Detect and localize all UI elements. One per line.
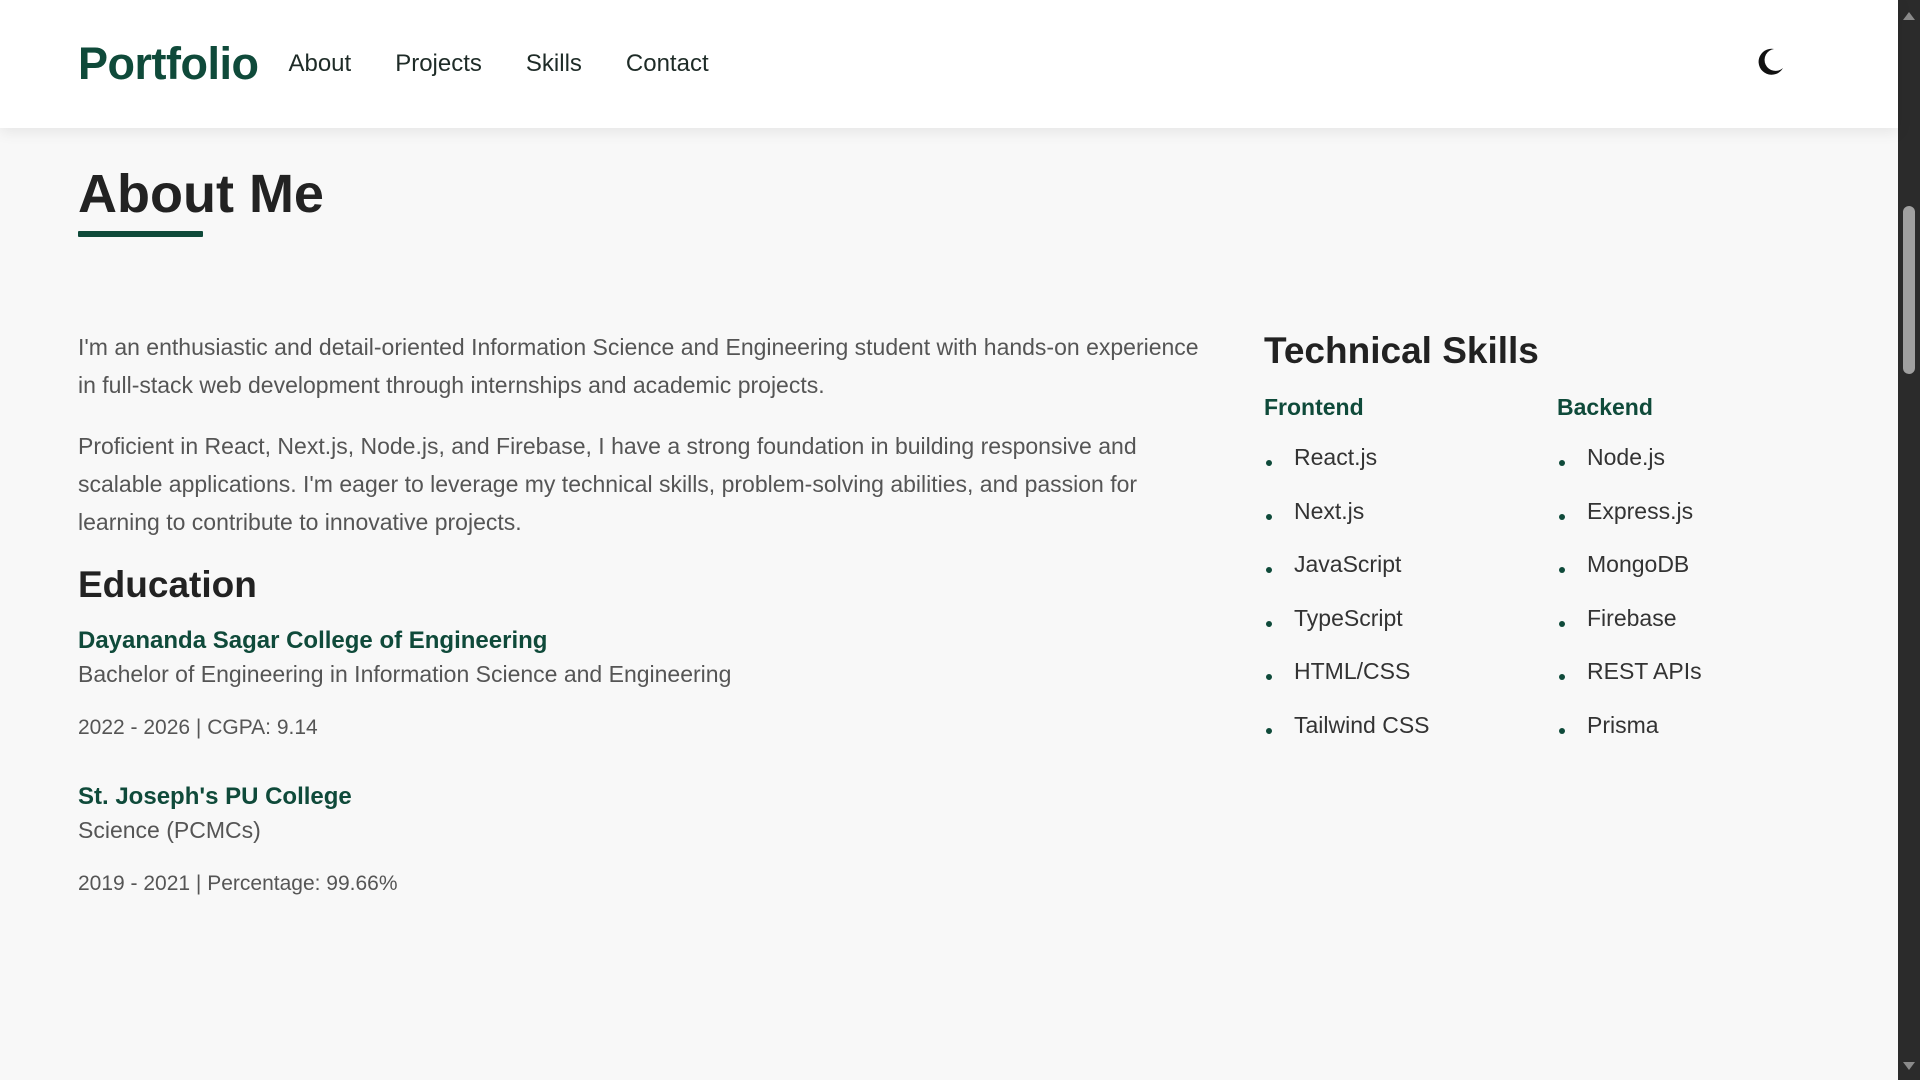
about-column: I'm an enthusiastic and detail-oriented …	[78, 328, 1208, 938]
nav-links: About Projects Skills Contact	[288, 50, 708, 78]
moon-icon	[1758, 48, 1783, 75]
education-item: St. Joseph's PU College Science (PCMCs) …	[78, 782, 1208, 896]
skill-group-backend: Backend Node.js Express.js MongoDB Fireb…	[1557, 394, 1850, 758]
brand-logo[interactable]: Portfolio	[78, 38, 259, 90]
skill-list: Node.js Express.js MongoDB Firebase REST…	[1557, 437, 1850, 758]
skill-item: HTML/CSS	[1264, 651, 1557, 705]
scroll-down-arrow-icon[interactable]	[1903, 1062, 1915, 1070]
section-title: About Me	[78, 164, 324, 224]
education-title: Education	[78, 564, 257, 605]
skills-column: Technical Skills Frontend React.js Next.…	[1264, 330, 1864, 758]
scroll-up-arrow-icon[interactable]	[1903, 12, 1915, 20]
navbar: Portfolio About Projects Skills Contact	[0, 0, 1898, 128]
education-meta: 2019 - 2021 | Percentage: 99.66%	[78, 872, 398, 895]
skill-item: React.js	[1264, 437, 1557, 491]
theme-toggle-button[interactable]	[1754, 46, 1786, 78]
skill-item: Tailwind CSS	[1264, 705, 1557, 759]
skills-title: Technical Skills	[1264, 330, 1539, 371]
education-school: St. Joseph's PU College	[78, 783, 352, 810]
skill-group-frontend: Frontend React.js Next.js JavaScript Typ…	[1264, 394, 1557, 758]
education-meta: 2022 - 2026 | CGPA: 9.14	[78, 716, 318, 739]
education-school: Dayananda Sagar College of Engineering	[78, 627, 548, 654]
skill-item: TypeScript	[1264, 598, 1557, 652]
title-underline	[78, 231, 203, 237]
skills-grid: Frontend React.js Next.js JavaScript Typ…	[1264, 394, 1864, 758]
skill-group-title: Frontend	[1264, 394, 1364, 420]
nav-link-about[interactable]: About	[288, 50, 351, 78]
skill-item: Next.js	[1264, 491, 1557, 545]
education-item: Dayananda Sagar College of Engineering B…	[78, 626, 1208, 740]
skill-item: Firebase	[1557, 598, 1850, 652]
education-degree: Science (PCMCs)	[78, 817, 261, 843]
skill-item: MongoDB	[1557, 544, 1850, 598]
nav-link-skills[interactable]: Skills	[526, 50, 582, 78]
skill-item: Node.js	[1557, 437, 1850, 491]
scrollbar-thumb[interactable]	[1903, 206, 1915, 374]
page-scrollbar[interactable]	[1898, 0, 1920, 1080]
skill-item: REST APIs	[1557, 651, 1850, 705]
skill-list: React.js Next.js JavaScript TypeScript H…	[1264, 437, 1557, 758]
skill-item: Prisma	[1557, 705, 1850, 759]
about-paragraph: I'm an enthusiastic and detail-oriented …	[78, 334, 1199, 398]
skill-item: JavaScript	[1264, 544, 1557, 598]
about-paragraph: Proficient in React, Next.js, Node.js, a…	[78, 433, 1138, 535]
nav-link-projects[interactable]: Projects	[395, 50, 482, 78]
nav-link-contact[interactable]: Contact	[626, 50, 709, 78]
skill-group-title: Backend	[1557, 394, 1653, 420]
education-degree: Bachelor of Engineering in Information S…	[78, 661, 732, 687]
skill-item: Express.js	[1557, 491, 1850, 545]
